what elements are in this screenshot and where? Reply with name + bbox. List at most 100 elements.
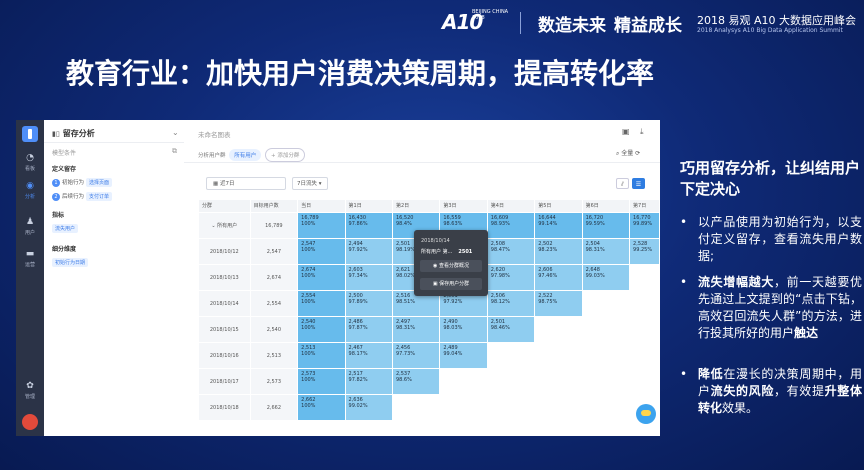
retention-cell[interactable]: 2,506 98.12%	[486, 290, 536, 317]
full-data-toggle[interactable]: ⌕ 全量 ⟳	[616, 148, 640, 158]
app-logo-icon[interactable]	[22, 126, 38, 142]
bullet-1-text: 以产品使用为初始行为，以支付定义留存，查看流失用户数据;	[698, 215, 862, 263]
retention-cell[interactable]: 2,490 98.03%	[439, 316, 488, 343]
retention-cell[interactable]: 2,497 98.31%	[391, 316, 441, 343]
bullet-2-tail: 触达	[794, 326, 819, 340]
retention-cell[interactable]: 16,430 97.86%	[344, 212, 393, 239]
filter-selected-pill[interactable]: 所有用户	[229, 149, 262, 161]
avatar[interactable]	[22, 414, 38, 430]
retention-cell[interactable]: 2,648 99.03%	[581, 264, 631, 291]
cell-rate: 99.25%	[633, 247, 653, 253]
initial-event-tag[interactable]: 选择页面	[86, 178, 113, 187]
assistant-mascot-icon[interactable]	[636, 404, 656, 424]
initial-event-row[interactable]: 1 初始行为 选择页面	[52, 178, 113, 187]
cell-rate: 98.47%	[490, 247, 510, 253]
retention-cell[interactable]: 2,603 97.34%	[344, 264, 393, 291]
retention-cell[interactable]: 2,513 100%	[297, 342, 346, 369]
empty-cell	[581, 342, 631, 369]
row-label: 2018/10/13	[198, 264, 251, 291]
cell-rate: 97.46%	[538, 273, 558, 279]
row-label-text: 2018/10/18	[209, 404, 239, 411]
rail-item-dashboard[interactable]: ◔ 看板	[16, 154, 44, 173]
retention-cell[interactable]: 16,770 99.89%	[629, 212, 660, 239]
retention-cell[interactable]: 2,547 100%	[297, 238, 346, 265]
retention-cell[interactable]: 2,489 99.04%	[439, 342, 488, 369]
retention-cell[interactable]: 2,540 100%	[297, 316, 346, 343]
return-event-tag[interactable]: 支付订单	[86, 192, 113, 201]
empty-cell	[581, 394, 631, 421]
save-user-group-button[interactable]: ▣ 保存用户分群	[420, 278, 482, 290]
rail-item-analysis[interactable]: ◉ 分析	[16, 182, 44, 201]
retention-cell[interactable]: 2,537 98.6%	[391, 368, 441, 395]
panel-title: ▮▯ 留存分析	[52, 128, 95, 139]
rail-item-users[interactable]: ♟ 用户	[16, 218, 44, 237]
save-icon[interactable]: ▣	[622, 127, 630, 136]
dimension-row[interactable]: 初始行为日期	[52, 258, 89, 267]
chart-view-button[interactable]: ⫽	[616, 178, 629, 189]
retention-cell[interactable]: 2,508 98.47%	[486, 238, 536, 265]
retention-cell[interactable]: 2,662 100%	[297, 394, 346, 421]
empty-cell	[629, 264, 660, 291]
view-group-overview-label: 查看分群概况	[438, 263, 469, 269]
retention-cell[interactable]: 16,720 99.59%	[581, 212, 631, 239]
date-range-picker[interactable]: ▦ 近7日	[206, 177, 286, 190]
metric-tag[interactable]: 流失用户	[52, 224, 79, 233]
cell-rate: 100%	[301, 403, 316, 409]
retention-cell[interactable]: 2,494 97.92%	[344, 238, 393, 265]
rail-item-admin[interactable]: ✿ 管理	[16, 381, 44, 401]
cell-rate: 97.82%	[348, 377, 368, 383]
metric-row[interactable]: 流失用户	[52, 224, 79, 233]
row-label-text: 所有用户	[217, 223, 238, 229]
rail-item-campaign[interactable]: ▬ 运营	[16, 250, 44, 269]
cell-rate: 100%	[301, 221, 316, 227]
retention-cell[interactable]: 2,501 98.46%	[486, 316, 536, 343]
retention-cell[interactable]: 2,528 99.25%	[629, 238, 660, 265]
cell-rate: 99.14%	[538, 221, 558, 227]
retention-cell[interactable]: 2,620 97.98%	[486, 264, 536, 291]
cell-rate: 97.89%	[348, 299, 368, 305]
a10-logo: A10 BEIJING CHINA 2018	[442, 9, 508, 34]
chevron-down-icon[interactable]: ⌄	[172, 128, 179, 137]
retention-cell[interactable]: 2,467 98.17%	[344, 342, 393, 369]
row-label-text: 2018/10/13	[209, 274, 239, 281]
bar-chart-icon: ▮▯	[52, 130, 60, 138]
retention-cell[interactable]: 2,486 97.87%	[344, 316, 393, 343]
view-group-overview-button[interactable]: ◉ 查看分群概况	[420, 260, 482, 272]
chevron-down-icon: ▾	[318, 181, 322, 187]
row-label[interactable]: ⌄ 所有用户	[198, 212, 251, 239]
dimension-tag[interactable]: 初始行为日期	[52, 258, 89, 267]
retention-cell[interactable]: 2,606 97.46%	[534, 264, 583, 291]
table-view-button[interactable]: ☰	[632, 178, 645, 189]
retention-cell[interactable]: 2,500 97.89%	[344, 290, 393, 317]
empty-cell	[581, 316, 631, 343]
retention-cell[interactable]: 2,636 99.02%	[344, 394, 393, 421]
rail-label: 运营	[24, 262, 35, 268]
line-chart-icon: ⫽	[621, 181, 624, 188]
download-icon[interactable]: ⤓	[640, 127, 644, 137]
retention-cell[interactable]: 2,522 98.75%	[534, 290, 583, 317]
retention-cell[interactable]: 2,504 98.31%	[581, 238, 631, 265]
save-template-icon[interactable]: ⧉	[172, 147, 177, 156]
gear-icon: ✿	[26, 381, 34, 391]
initial-event-label: 初始行为	[62, 180, 85, 186]
cell-rate: 98.03%	[443, 325, 463, 331]
cell-rate: 98.46%	[490, 325, 510, 331]
retention-cell[interactable]: 2,456 97.73%	[391, 342, 441, 369]
tooltip-users-value: 2501	[458, 249, 473, 255]
retention-cell[interactable]: 2,517 97.82%	[344, 368, 393, 395]
chart-name[interactable]: 未命名图表	[198, 129, 231, 139]
cell-rate: 98.12%	[490, 299, 510, 305]
empty-cell	[629, 316, 660, 343]
empty-cell	[534, 394, 583, 421]
retention-cell[interactable]: 16,789 100%	[297, 212, 346, 239]
retention-cell[interactable]: 2,674 100%	[297, 264, 346, 291]
granularity-select[interactable]: 7日流失 ▾	[292, 177, 328, 190]
retention-cell[interactable]: 2,554 100%	[297, 290, 346, 317]
retention-cell[interactable]: 16,609 98.93%	[486, 212, 536, 239]
return-event-row[interactable]: 2 后续行为 支付订单	[52, 192, 113, 201]
cell-rate: 100%	[301, 299, 316, 305]
retention-cell[interactable]: 2,502 98.23%	[534, 238, 583, 265]
add-group-button[interactable]: + 添加分群	[265, 148, 306, 162]
retention-cell[interactable]: 16,644 99.14%	[534, 212, 583, 239]
retention-cell[interactable]: 2,573 100%	[297, 368, 346, 395]
